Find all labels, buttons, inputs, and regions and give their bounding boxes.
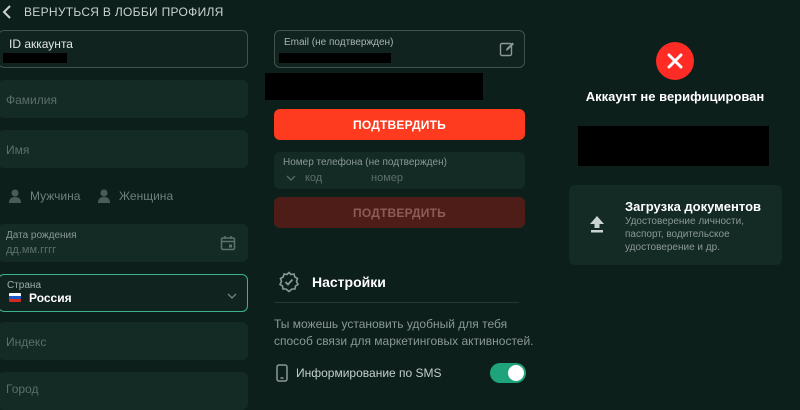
surname-placeholder: Фамилия xyxy=(6,93,57,107)
country-label: Страна xyxy=(7,280,42,291)
email-field[interactable]: Email (не подтвержден) xyxy=(274,30,525,68)
gear-check-icon xyxy=(278,271,300,293)
gender-male-label: Мужчина xyxy=(30,189,81,203)
phone-field[interactable]: Номер телефона (не подтвержден) код номе… xyxy=(274,152,525,189)
upload-icon xyxy=(589,215,605,233)
chevron-down-icon xyxy=(227,293,237,299)
confirm-phone-button[interactable]: ПОДТВЕРДИТЬ xyxy=(274,197,525,228)
settings-header: Настройки xyxy=(278,270,386,294)
document-upload-description: Удостоверение личности, паспорт, водител… xyxy=(625,216,744,253)
back-link[interactable]: ВЕРНУТЬСЯ В ЛОББИ ПРОФИЛЯ xyxy=(0,2,224,22)
account-id-field: ID аккаунта xyxy=(0,30,248,68)
surname-input[interactable]: Фамилия xyxy=(0,80,248,118)
phone-label: Номер телефона (не подтвержден) xyxy=(283,157,447,168)
chevron-down-icon[interactable] xyxy=(286,175,296,181)
calendar-icon[interactable] xyxy=(220,235,236,251)
sms-label: Информирование по SMS xyxy=(296,366,442,380)
document-upload-card[interactable]: Загрузка документов Удостоверение личнос… xyxy=(569,185,782,265)
name-placeholder: Имя xyxy=(6,143,30,157)
redacted-block xyxy=(265,73,483,100)
city-input[interactable]: Город xyxy=(0,372,248,410)
birthdate-placeholder: дд.мм.гггг xyxy=(6,244,57,256)
postal-index-input[interactable]: Индекс xyxy=(0,322,248,360)
settings-title: Настройки xyxy=(312,274,386,290)
back-link-label: ВЕРНУТЬСЯ В ЛОББИ ПРОФИЛЯ xyxy=(24,5,224,19)
gender-female-option[interactable]: Женщина xyxy=(97,186,173,206)
russia-flag-icon xyxy=(9,293,21,302)
city-placeholder: Город xyxy=(6,382,39,396)
account-id-label: ID аккаунта xyxy=(9,37,73,51)
confirm-email-button[interactable]: ПОДТВЕРДИТЬ xyxy=(274,109,525,140)
male-user-icon xyxy=(8,188,22,204)
birthdate-input[interactable]: Дата рождения дд.мм.гггг xyxy=(0,224,248,262)
chevron-left-icon xyxy=(2,5,12,19)
phone-icon xyxy=(276,364,288,382)
gender-male-option[interactable]: Мужчина xyxy=(8,186,80,206)
sms-setting-row: Информирование по SMS xyxy=(274,362,526,386)
birthdate-label: Дата рождения xyxy=(6,230,77,241)
postal-index-placeholder: Индекс xyxy=(6,335,47,349)
account-id-value-redacted xyxy=(3,53,67,63)
country-value: Россия xyxy=(29,291,72,305)
phone-number-placeholder: номер xyxy=(371,172,403,184)
name-input[interactable]: Имя xyxy=(0,130,248,168)
redacted-info-block xyxy=(578,126,769,166)
gender-female-label: Женщина xyxy=(119,189,174,203)
document-upload-title: Загрузка документов xyxy=(625,199,762,214)
email-value-redacted xyxy=(279,53,391,63)
toggle-knob xyxy=(508,365,524,381)
verification-status-title: Аккаунт не верифицирован xyxy=(585,89,765,104)
female-user-icon xyxy=(97,188,111,204)
error-icon xyxy=(656,42,694,80)
sms-toggle[interactable] xyxy=(490,363,526,383)
settings-divider xyxy=(274,302,519,303)
phone-code-placeholder: код xyxy=(305,172,323,184)
email-label: Email (не подтвержден) xyxy=(284,37,394,48)
settings-description: Ты можешь установить удобный для тебя сп… xyxy=(274,317,534,348)
country-select[interactable]: Страна Россия xyxy=(0,274,248,312)
edit-icon[interactable] xyxy=(499,41,515,57)
